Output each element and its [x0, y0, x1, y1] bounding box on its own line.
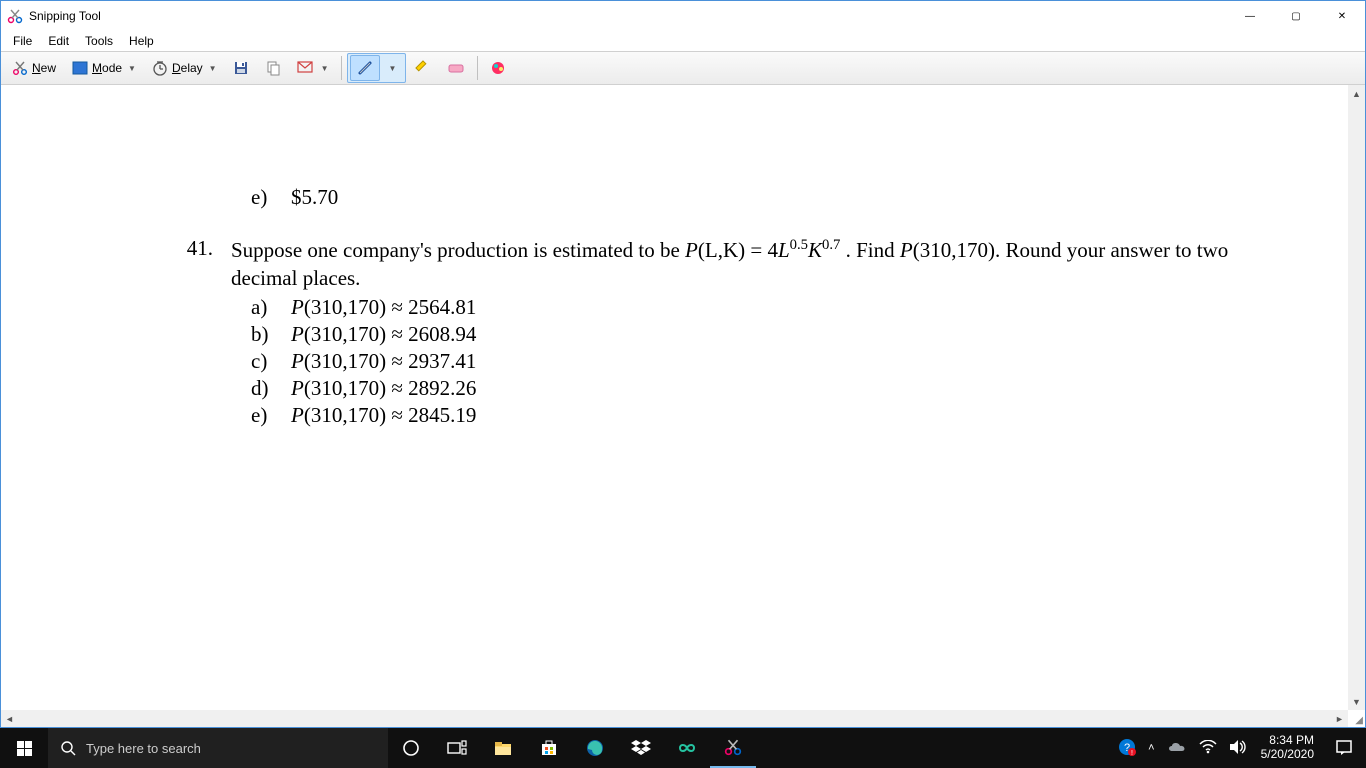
- status-warning-icon[interactable]: ?!: [1118, 738, 1136, 759]
- file-explorer-icon[interactable]: [480, 728, 526, 768]
- delay-button[interactable]: Delay ▼: [145, 54, 224, 82]
- horizontal-scrollbar[interactable]: ◄ ►: [1, 710, 1348, 727]
- new-button[interactable]: New: [5, 54, 63, 82]
- question-text: Suppose one company's production is esti…: [231, 236, 1231, 293]
- option-value: P(310,170) ≈ 2937.41: [291, 349, 476, 374]
- vertical-scrollbar[interactable]: ▲ ▼: [1348, 85, 1365, 710]
- snip-canvas-area: e) $5.70 41. Suppose one company's produ…: [1, 85, 1365, 727]
- action-center-icon[interactable]: [1322, 728, 1366, 768]
- captured-document: e) $5.70 41. Suppose one company's produ…: [1, 85, 1348, 710]
- scroll-right-icon[interactable]: ►: [1331, 710, 1348, 727]
- minimize-button[interactable]: —: [1227, 1, 1273, 31]
- highlighter-button[interactable]: [408, 54, 438, 82]
- highlighter-icon: [415, 60, 431, 76]
- option-value: P(310,170) ≈ 2608.94: [291, 322, 476, 347]
- onedrive-icon[interactable]: [1167, 740, 1187, 757]
- option-value: P(310,170) ≈ 2892.26: [291, 376, 476, 401]
- rectangle-icon: [72, 61, 88, 75]
- paint3d-button[interactable]: [483, 54, 513, 82]
- taskbar-clock[interactable]: 8:34 PM 5/20/2020: [1253, 734, 1322, 762]
- chevron-down-icon: ▼: [321, 64, 329, 73]
- svg-text:!: !: [1131, 750, 1133, 756]
- scroll-left-icon[interactable]: ◄: [1, 710, 18, 727]
- chevron-down-icon: ▼: [389, 64, 397, 73]
- option-letter: a): [231, 295, 291, 320]
- option-value: P(310,170) ≈ 2564.81: [291, 295, 476, 320]
- pen-button[interactable]: [350, 55, 380, 81]
- edge-icon[interactable]: [572, 728, 618, 768]
- window-title: Snipping Tool: [29, 9, 101, 23]
- clock-date: 5/20/2020: [1261, 748, 1314, 762]
- mode-button[interactable]: Mode ▼: [65, 54, 143, 82]
- option-letter: d): [231, 376, 291, 401]
- resize-grip-icon[interactable]: ◢: [1348, 710, 1365, 727]
- pen-tool-group: ▼: [347, 53, 407, 83]
- wifi-icon[interactable]: [1199, 740, 1217, 757]
- menu-file[interactable]: File: [5, 32, 40, 50]
- infinity-app-icon[interactable]: [664, 728, 710, 768]
- option-value: P(310,170) ≈ 2845.19: [291, 403, 476, 428]
- menubar: File Edit Tools Help: [1, 31, 1365, 51]
- taskbar: Type here to search ?! ˄ 8:34 PM 5/20/20…: [0, 728, 1366, 768]
- option-letter: e): [231, 403, 291, 428]
- option-letter: c): [231, 349, 291, 374]
- chevron-up-icon[interactable]: ˄: [1148, 742, 1154, 754]
- close-button[interactable]: ✕: [1319, 1, 1365, 31]
- search-icon: [60, 740, 76, 756]
- separator: [477, 56, 478, 80]
- save-button[interactable]: [226, 54, 256, 82]
- question-number: 41.: [171, 236, 231, 261]
- option-letter: b): [231, 322, 291, 347]
- microsoft-store-icon[interactable]: [526, 728, 572, 768]
- menu-edit[interactable]: Edit: [40, 32, 77, 50]
- cortana-icon[interactable]: [388, 728, 434, 768]
- task-view-icon[interactable]: [434, 728, 480, 768]
- snipping-tool-taskbar-icon[interactable]: [710, 728, 756, 768]
- windows-logo-icon: [17, 741, 32, 756]
- eraser-icon: [447, 61, 465, 75]
- mail-icon: [297, 61, 315, 75]
- volume-icon[interactable]: [1229, 739, 1247, 758]
- taskbar-search[interactable]: Type here to search: [48, 728, 388, 768]
- prev-option-text: $5.70: [291, 185, 338, 210]
- send-button[interactable]: ▼: [290, 54, 336, 82]
- scroll-down-icon[interactable]: ▼: [1348, 693, 1365, 710]
- snipping-tool-window: Snipping Tool — ▢ ✕ File Edit Tools Help…: [0, 0, 1366, 728]
- paint3d-icon: [490, 60, 506, 76]
- menu-tools[interactable]: Tools: [77, 32, 121, 50]
- titlebar[interactable]: Snipping Tool — ▢ ✕: [1, 1, 1365, 31]
- scroll-up-icon[interactable]: ▲: [1348, 85, 1365, 102]
- pen-dropdown[interactable]: ▼: [380, 55, 404, 81]
- chevron-down-icon: ▼: [128, 64, 136, 73]
- copy-icon: [265, 60, 281, 76]
- dropbox-icon[interactable]: [618, 728, 664, 768]
- clock-icon: [152, 60, 168, 76]
- snipping-tool-icon: [7, 8, 23, 24]
- copy-button[interactable]: [258, 54, 288, 82]
- taskbar-pinned: [388, 728, 756, 768]
- eraser-button[interactable]: [440, 54, 472, 82]
- clock-time: 8:34 PM: [1261, 734, 1314, 748]
- pen-icon: [357, 60, 373, 76]
- chevron-down-icon: ▼: [209, 64, 217, 73]
- prev-option-letter: e): [231, 185, 291, 210]
- toolbar: New Mode ▼ Delay ▼: [1, 51, 1365, 85]
- menu-help[interactable]: Help: [121, 32, 162, 50]
- save-icon: [233, 60, 249, 76]
- separator: [341, 56, 342, 80]
- maximize-button[interactable]: ▢: [1273, 1, 1319, 31]
- search-placeholder: Type here to search: [86, 741, 201, 756]
- scissors-icon: [12, 60, 28, 76]
- system-tray: ?! ˄: [1112, 738, 1252, 759]
- start-button[interactable]: [0, 728, 48, 768]
